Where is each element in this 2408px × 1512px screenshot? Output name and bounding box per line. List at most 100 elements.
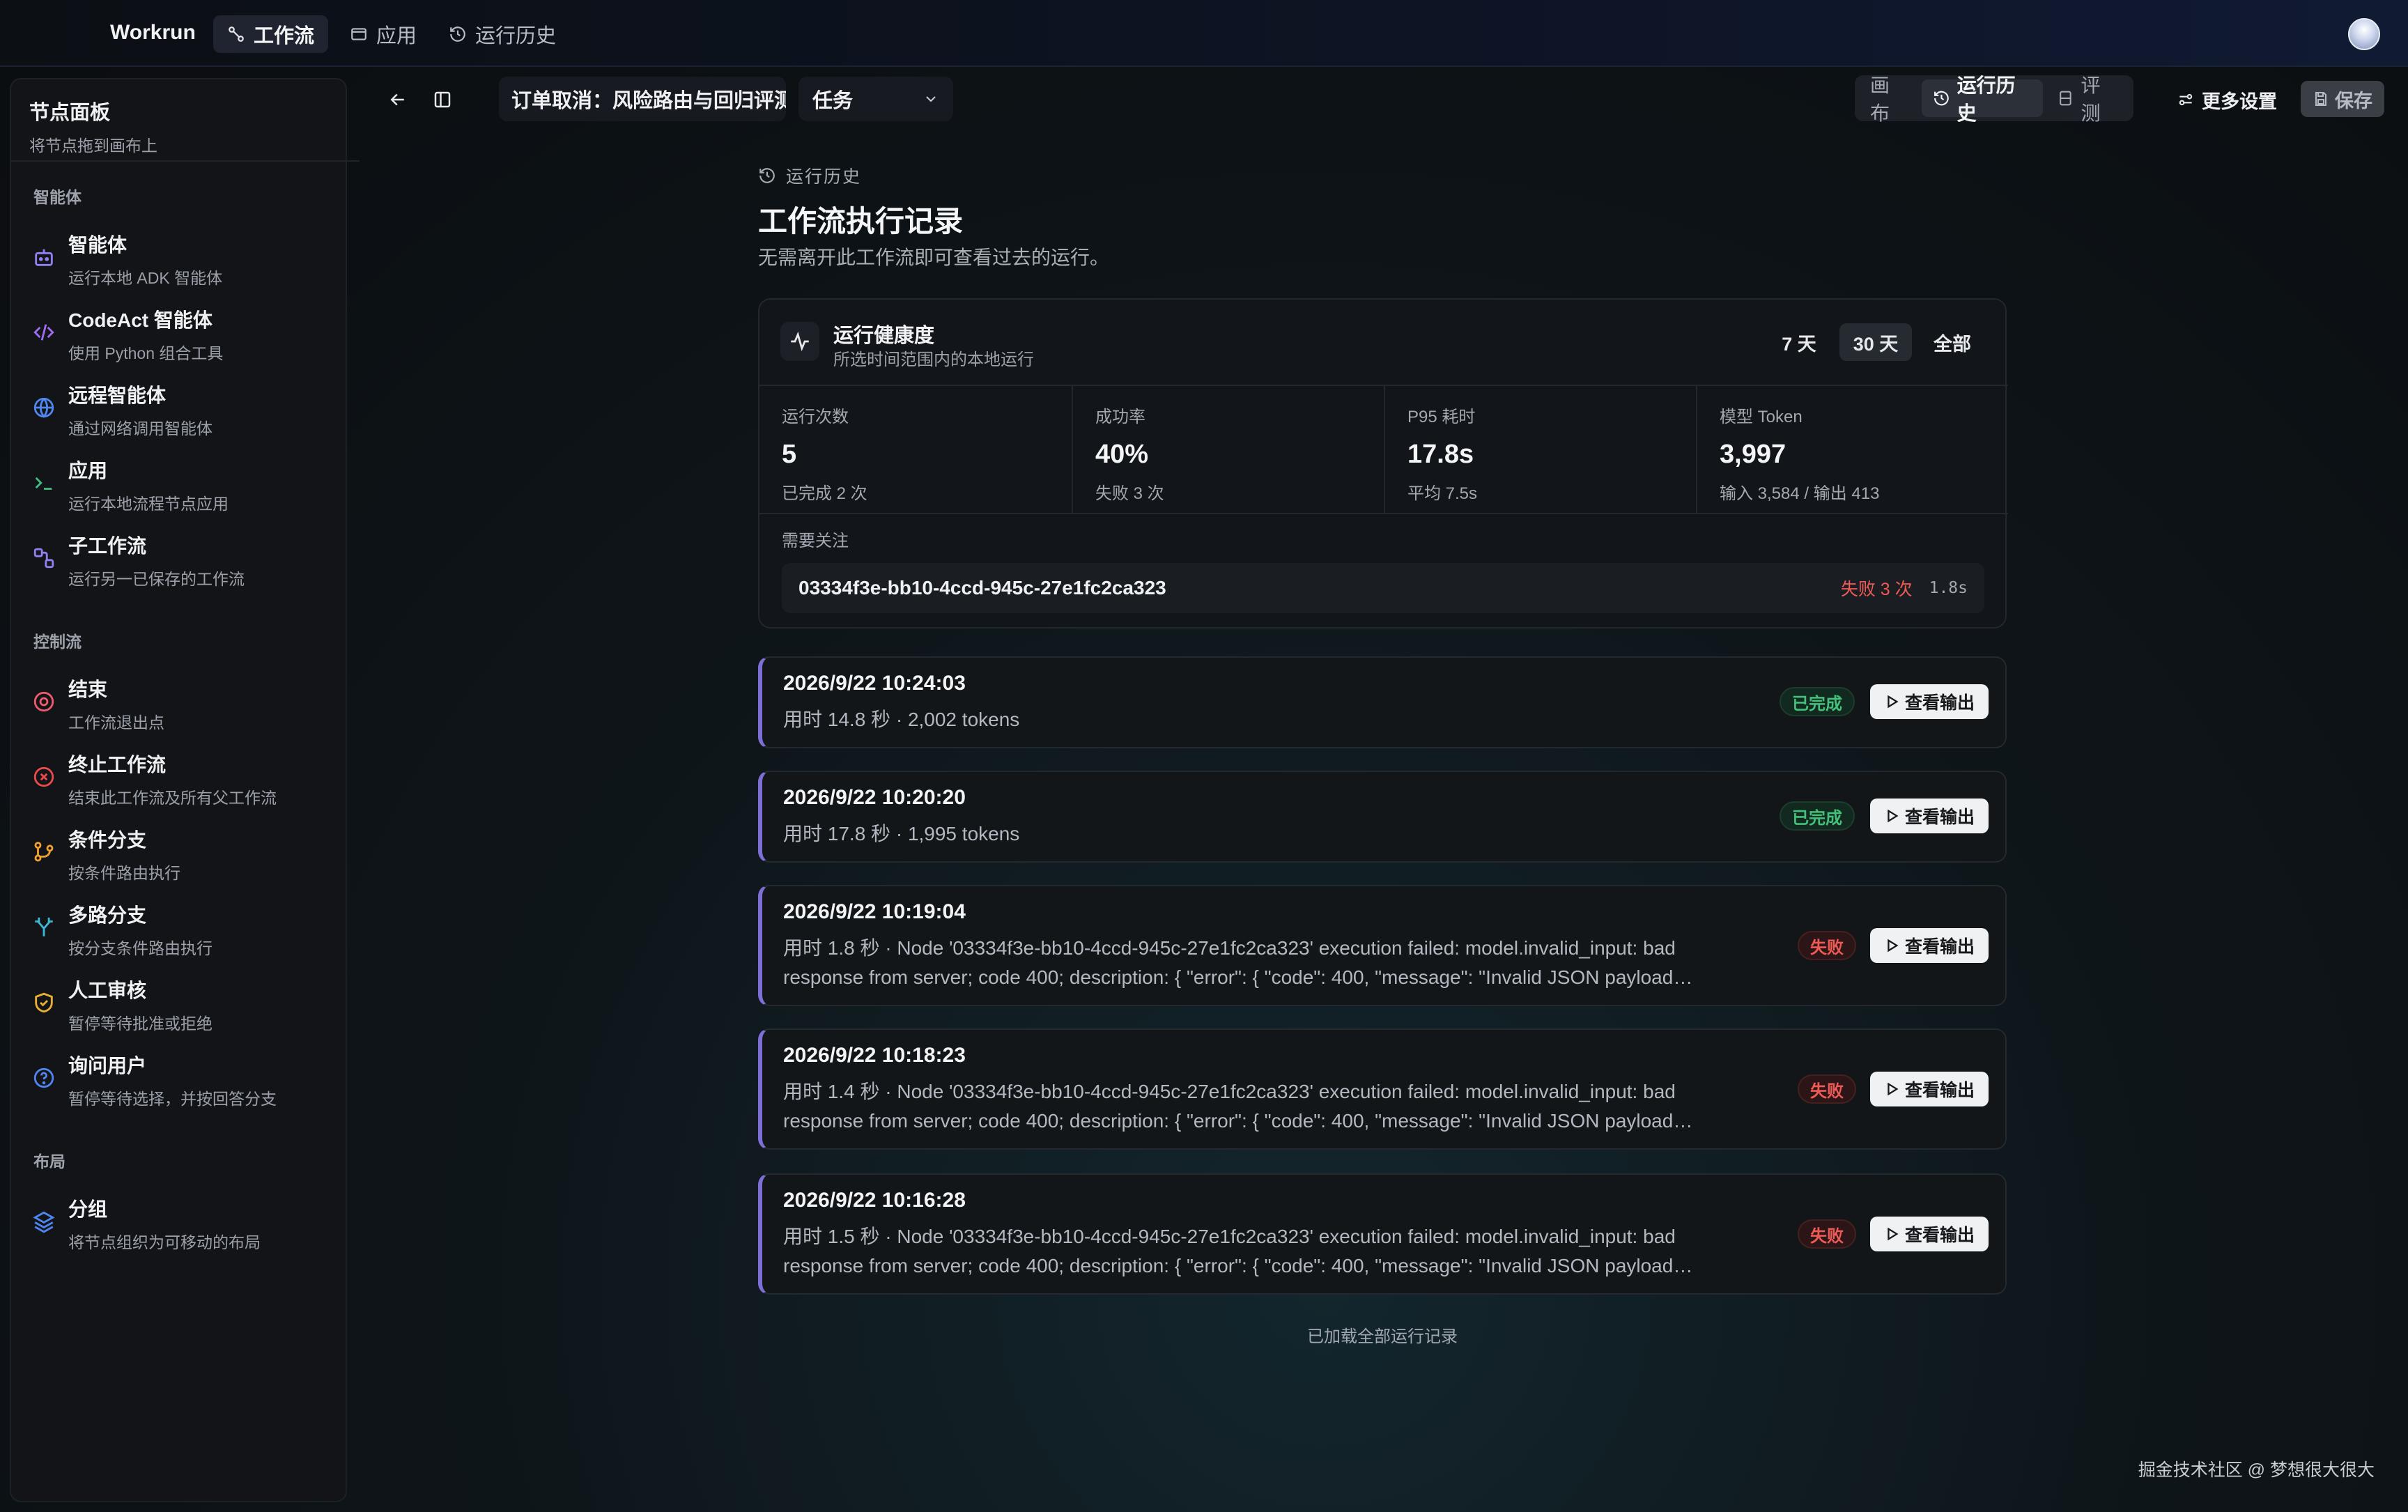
- node-item-title: CodeAct 智能体: [68, 309, 213, 331]
- nav-item-history[interactable]: 运行历史: [435, 15, 570, 53]
- node-item-agent[interactable]: 智能体 运行本地 ADK 智能体: [32, 227, 339, 290]
- node-panel: 节点面板 将节点拖到画布上 智能体 智能体 运行本地 ADK 智能体 CodeAc…: [10, 78, 360, 1502]
- back-button[interactable]: [379, 81, 417, 118]
- user-avatar[interactable]: [2348, 18, 2380, 50]
- section-control-flow-label: 控制流: [33, 633, 82, 651]
- attention-item[interactable]: 03334f3e-bb10-4ccd-945c-27e1fc2ca323 失败 …: [782, 563, 1984, 613]
- status-badge: 失败: [1798, 1219, 1856, 1249]
- view-output-button[interactable]: 查看输出: [1870, 684, 1989, 719]
- node-item-switch[interactable]: 多路分支 按分支条件路由执行: [32, 897, 339, 960]
- run-item[interactable]: 2026/9/22 10:20:20 用时 17.8 秒 · 1,995 tok…: [758, 771, 2007, 863]
- play-icon: [1888, 1227, 1899, 1241]
- run-item[interactable]: 2026/9/22 10:24:03 用时 14.8 秒 · 2,002 tok…: [758, 656, 2007, 748]
- node-item-condition[interactable]: 条件分支 按条件路由执行: [32, 822, 339, 885]
- stat-label: 成功率: [1095, 408, 1145, 426]
- node-item-app[interactable]: 应用 运行本地流程节点应用: [32, 453, 339, 516]
- stat-label: 模型 Token: [1720, 408, 1803, 426]
- run-summary: 用时 17.8 秒 · 1,995 tokens: [783, 823, 1020, 844]
- run-item[interactable]: 2026/9/22 10:19:04 用时 1.8 秒 · Node '0333…: [758, 885, 2007, 1006]
- node-item-desc: 使用 Python 组合工具: [68, 344, 224, 362]
- node-panel-title: 节点面板: [29, 102, 111, 124]
- view-output-label: 查看输出: [1904, 1226, 1975, 1245]
- node-item-title: 分组: [68, 1198, 108, 1220]
- stat-detail: 输入 3,584 / 输出 413: [1720, 484, 1880, 503]
- node-item-group[interactable]: 分组 将节点组织为可移动的布局: [32, 1191, 339, 1254]
- node-panel-subtitle: 将节点拖到画布上: [29, 137, 157, 155]
- view-output-button[interactable]: 查看输出: [1870, 799, 1989, 833]
- node-item-desc: 结束此工作流及所有父工作流: [68, 789, 277, 807]
- nav-item-label: 运行历史: [475, 25, 557, 47]
- x-circle-icon: [32, 765, 56, 789]
- more-settings-button[interactable]: 更多设置: [2167, 81, 2287, 118]
- tab-run-history[interactable]: 运行历史: [1921, 75, 2043, 124]
- node-panel-header: 节点面板 将节点拖到画布上: [29, 96, 157, 156]
- nav-item-apps[interactable]: 应用: [336, 15, 431, 53]
- run-item[interactable]: 2026/9/22 10:18:23 用时 1.4 秒 · Node '0333…: [758, 1028, 2007, 1150]
- node-item-human-review[interactable]: 人工审核 暂停等待批准或拒绝: [32, 973, 339, 1035]
- range-7d-button[interactable]: 7 天: [1771, 323, 1827, 361]
- node-item-desc: 按条件路由执行: [68, 864, 180, 882]
- git-branch-icon: [32, 840, 56, 864]
- chevron-down-icon: [926, 96, 936, 102]
- layers-icon: [32, 1210, 56, 1233]
- node-type-select[interactable]: 任务: [798, 77, 953, 121]
- terminal-icon: [32, 471, 56, 495]
- stat-detail: 平均 7.5s: [1407, 484, 1478, 503]
- toggle-panel-button[interactable]: [424, 81, 461, 118]
- attention-duration: 1.8s: [1929, 579, 1968, 597]
- node-item-desc: 运行另一已保存的工作流: [68, 570, 245, 588]
- run-timestamp: 2026/9/22 10:20:20: [783, 786, 966, 809]
- node-item-subworkflow[interactable]: 子工作流 运行另一已保存的工作流: [32, 528, 339, 591]
- view-output-label: 查看输出: [1904, 1081, 1975, 1100]
- section-agents-label: 智能体: [33, 188, 82, 206]
- tab-canvas[interactable]: 画布: [1859, 75, 1919, 124]
- nav-item-workflow[interactable]: 工作流: [213, 15, 329, 53]
- help-circle-icon: [32, 1066, 56, 1090]
- workflow-title-input[interactable]: 订单取消：风险路由与回归评测: [499, 77, 786, 121]
- node-item-codeact-agent[interactable]: CodeAct 智能体使用 Python 组合工具: [32, 302, 339, 365]
- split-icon: [32, 916, 56, 939]
- status-badge: 失败: [1798, 1074, 1856, 1104]
- view-output-label: 查看输出: [1904, 693, 1975, 713]
- node-item-end[interactable]: 结束 工作流退出点: [32, 672, 339, 734]
- brand-logo[interactable]: Workrun: [110, 21, 196, 45]
- tab-evaluation[interactable]: 评测: [2046, 75, 2129, 124]
- view-output-button[interactable]: 查看输出: [1870, 928, 1989, 963]
- breadcrumb: 运行历史: [758, 163, 861, 188]
- view-switcher: 画布 运行历史 评测: [1855, 75, 2133, 124]
- range-all-button[interactable]: 全部: [1923, 323, 1982, 361]
- range-30d-button[interactable]: 30 天: [1839, 323, 1912, 361]
- run-timestamp: 2026/9/22 10:18:23: [783, 1044, 966, 1067]
- history-icon: [759, 168, 775, 183]
- section-layout-label: 布局: [33, 1152, 65, 1171]
- node-item-title: 远程智能体: [68, 385, 167, 406]
- code-icon: [32, 321, 56, 344]
- attention-node-id: 03334f3e-bb10-4ccd-945c-27e1fc2ca323: [798, 577, 1166, 599]
- bot-icon: [32, 245, 56, 269]
- shield-check-icon: [32, 991, 56, 1015]
- node-item-ask-user[interactable]: 询问用户 暂停等待选择，并按回答分支: [32, 1048, 339, 1111]
- status-badge: 已完成: [1780, 801, 1855, 831]
- stat-value: 3,997: [1720, 440, 1786, 469]
- stat-p95-latency: P95 耗时 17.8s 平均 7.5s: [1384, 386, 1696, 513]
- view-output-button[interactable]: 查看输出: [1870, 1217, 1989, 1251]
- nav-item-label: 工作流: [254, 25, 315, 47]
- node-item-desc: 运行本地 ADK 智能体: [68, 269, 223, 287]
- view-output-button[interactable]: 查看输出: [1870, 1072, 1989, 1106]
- stat-value: 17.8s: [1407, 440, 1474, 469]
- run-item[interactable]: 2026/9/22 10:16:28 用时 1.5 秒 · Node '0333…: [758, 1173, 2007, 1295]
- node-item-remote-agent[interactable]: 远程智能体 通过网络调用智能体: [32, 378, 339, 440]
- subflow-icon: [32, 546, 56, 570]
- list-end-note: 已加载全部运行记录: [1307, 1327, 1458, 1346]
- run-summary: 用时 1.5 秒 · Node '03334f3e-bb10-4ccd-945c…: [783, 1226, 1676, 1276]
- node-item-terminate[interactable]: 终止工作流 结束此工作流及所有父工作流: [32, 747, 339, 810]
- stop-circle-icon: [32, 690, 56, 713]
- breadcrumb-label: 运行历史: [786, 167, 862, 187]
- status-badge: 已完成: [1780, 687, 1855, 716]
- node-item-desc: 运行本地流程节点应用: [68, 495, 229, 513]
- stat-run-count: 运行次数 5 已完成 2 次: [759, 386, 1072, 513]
- save-button[interactable]: 保存: [2301, 81, 2384, 117]
- more-settings-label: 更多设置: [2202, 91, 2277, 112]
- status-badge: 失败: [1798, 931, 1856, 960]
- view-output-label: 查看输出: [1904, 937, 1975, 957]
